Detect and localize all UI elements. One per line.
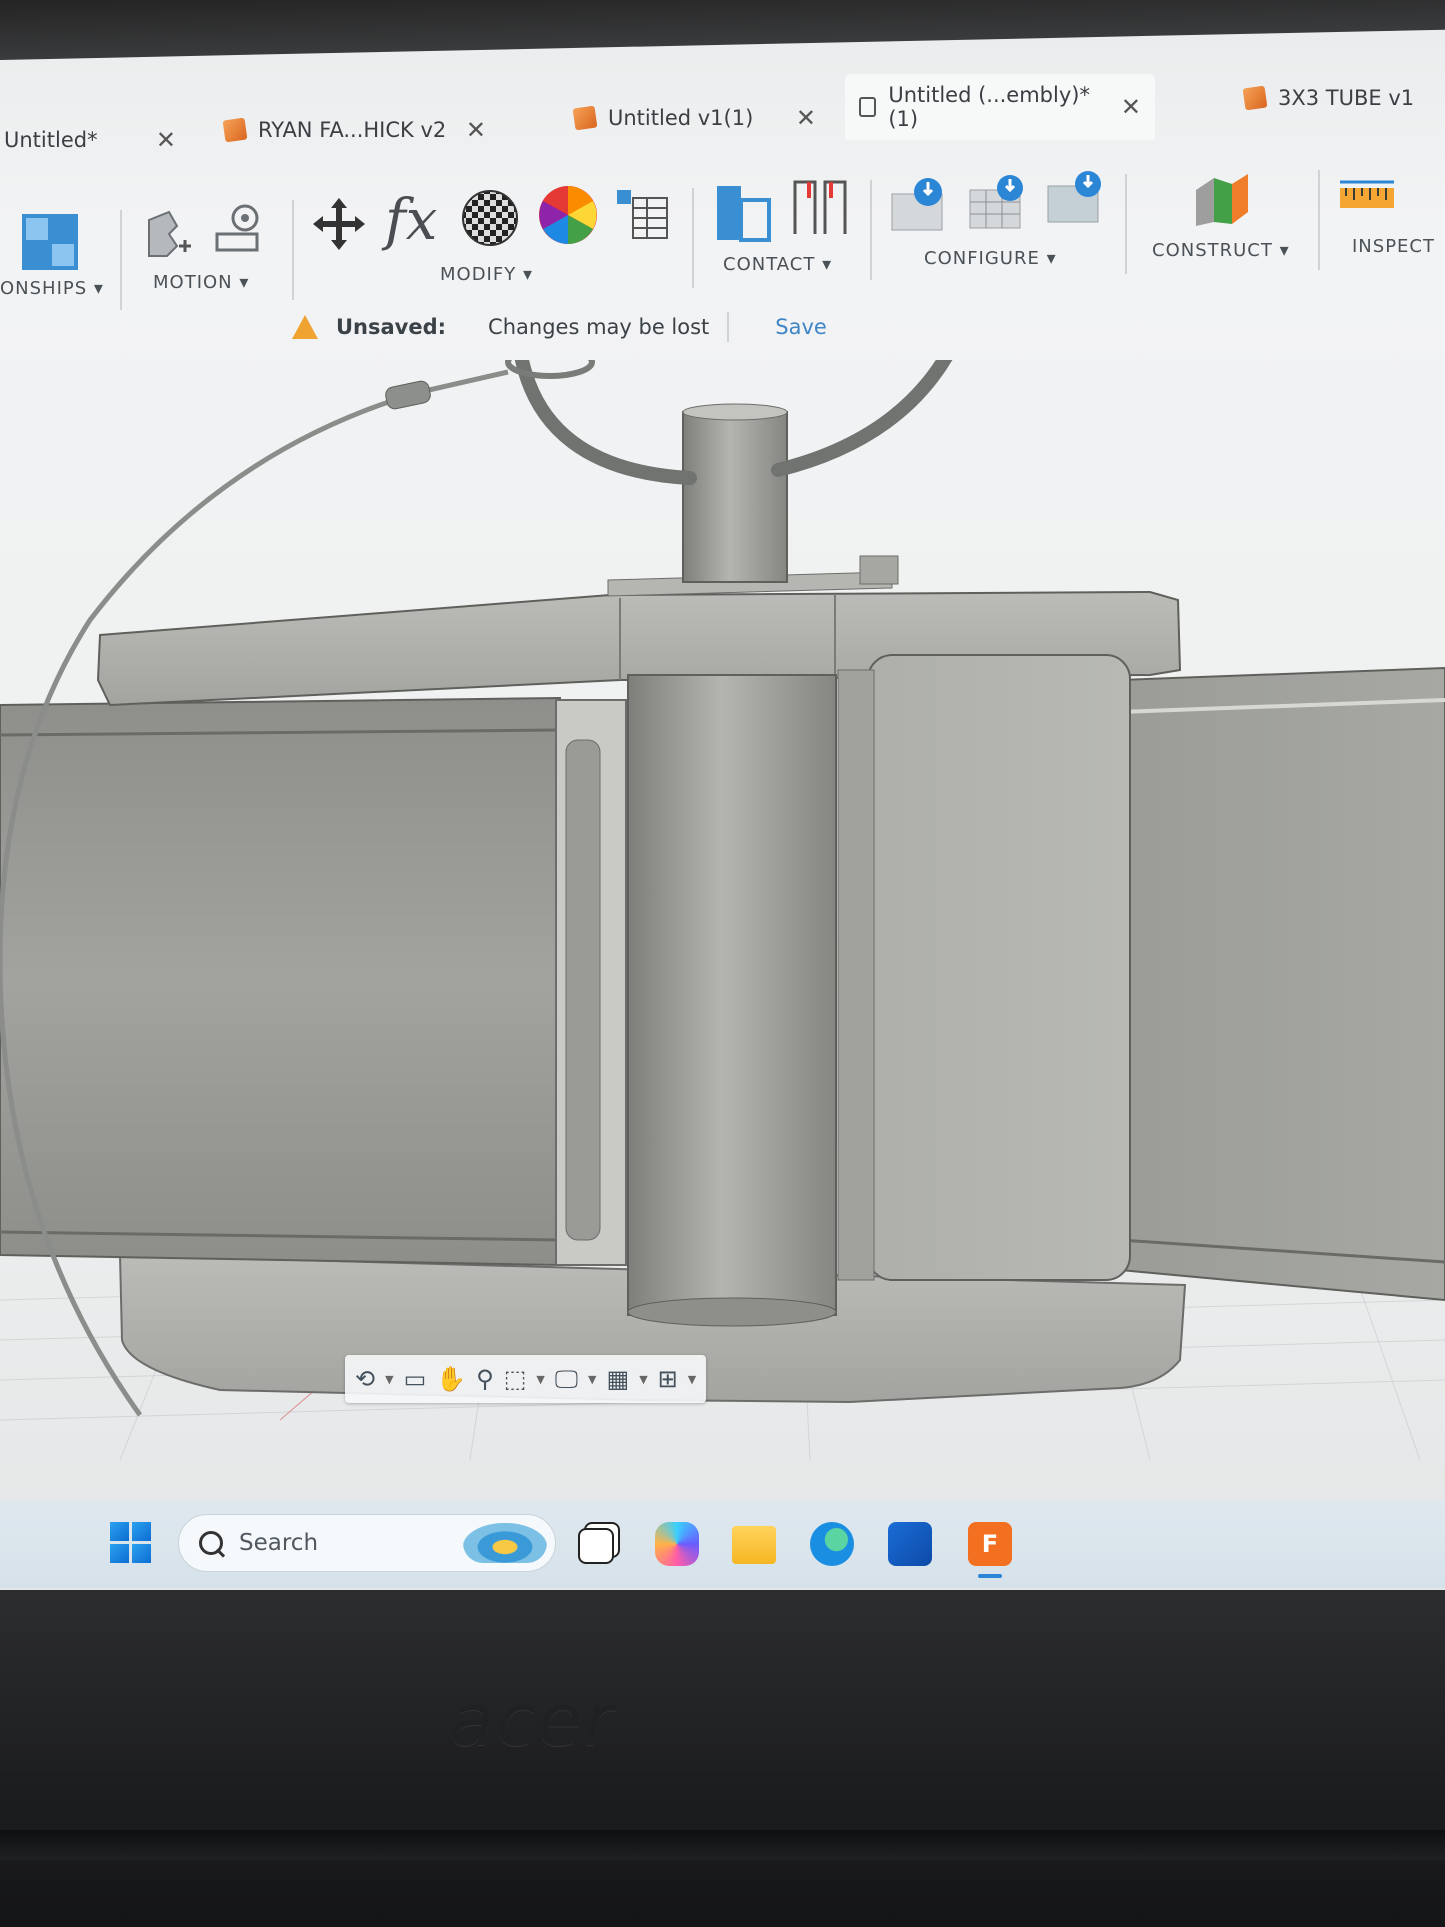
- close-icon[interactable]: ✕: [466, 116, 486, 144]
- contact-group: CONTACT ▾: [705, 160, 865, 310]
- joint-puzzle-icon[interactable]: [18, 210, 82, 274]
- configure-rule-icon[interactable]: [888, 176, 952, 236]
- unsaved-label: Unsaved:: [336, 315, 447, 339]
- contact-menu[interactable]: CONTACT ▾: [723, 254, 832, 275]
- modify-group: fx MODIFY ▾: [305, 160, 685, 310]
- construct-group: CONSTRUCT ▾: [1140, 160, 1320, 310]
- screen: Untitled* ✕ RYAN FA...HICK v2 ✕ Untitled…: [0, 0, 1445, 1590]
- zoom-icon[interactable]: ⚲: [476, 1365, 494, 1393]
- toolbar-divider: [120, 210, 122, 310]
- grid-settings-icon[interactable]: ▦: [607, 1365, 630, 1393]
- divider: [727, 312, 730, 342]
- document-tab-bar: Untitled* ✕ RYAN FA...HICK v2 ✕ Untitled…: [0, 70, 1445, 160]
- tab-label: Untitled v1(1): [608, 106, 754, 130]
- close-icon[interactable]: ✕: [1121, 93, 1141, 121]
- appearance-checker-icon[interactable]: [460, 188, 520, 248]
- active-app-indicator: [978, 1574, 1002, 1578]
- fusion-badge: F: [981, 1530, 999, 1558]
- tab-untitled-assembly[interactable]: Untitled (...embly)*(1) ✕: [845, 74, 1155, 140]
- dropdown-arrow[interactable]: ▼: [688, 1373, 696, 1386]
- table-icon[interactable]: [613, 184, 673, 244]
- search-highlight-icon: [463, 1523, 547, 1563]
- save-link[interactable]: Save: [775, 315, 827, 339]
- modify-menu[interactable]: MODIFY ▾: [440, 264, 533, 285]
- tab-label: Untitled (...embly)*(1): [888, 83, 1090, 131]
- configure-menu[interactable]: CONFIGURE ▾: [924, 248, 1057, 269]
- contact-sets-icon[interactable]: [713, 182, 775, 244]
- close-icon[interactable]: ✕: [156, 126, 176, 154]
- motion-group: MOTION ▾: [135, 160, 285, 310]
- fit-icon[interactable]: ⬚: [504, 1365, 527, 1393]
- copilot-icon[interactable]: [655, 1522, 699, 1566]
- monitor-bezel: [0, 0, 1445, 60]
- viewport-nav-bar: ⟲ ▼ ▭ ✋ ⚲ ⬚ ▼ 🖵 ▼ ▦ ▼ ⊞ ▼: [345, 1355, 707, 1403]
- edge-browser-icon[interactable]: [810, 1522, 854, 1566]
- inspect-menu[interactable]: INSPECT: [1352, 236, 1435, 257]
- unsaved-message: Changes may be lost: [488, 315, 710, 339]
- right-tube: [1119, 666, 1445, 1302]
- fusion-360-icon[interactable]: F: [968, 1522, 1012, 1566]
- display-settings-icon[interactable]: 🖵: [555, 1365, 578, 1393]
- orange-cube-icon: [222, 117, 248, 143]
- close-icon[interactable]: ✕: [796, 104, 816, 132]
- toolbar-divider: [292, 200, 294, 300]
- windows-start-icon[interactable]: [110, 1522, 152, 1564]
- orange-cube-icon: [572, 105, 598, 131]
- tab-label: RYAN FA...HICK v2: [258, 118, 447, 142]
- motion-study-icon[interactable]: [211, 200, 267, 260]
- toolbar-divider: [1318, 170, 1320, 270]
- contact-enable-icon[interactable]: [789, 176, 851, 238]
- unsaved-notification: Unsaved: Changes may be lost Save: [292, 312, 827, 342]
- configure-table-icon[interactable]: [966, 174, 1030, 234]
- dropdown-arrow[interactable]: ▼: [588, 1373, 596, 1386]
- tab-untitled-v1[interactable]: Untitled v1(1) ✕: [560, 90, 830, 146]
- measure-ruler-icon[interactable]: [1338, 178, 1398, 218]
- pan-hand-icon[interactable]: ✋: [436, 1365, 466, 1393]
- relationships-menu[interactable]: ONSHIPS ▾: [0, 278, 104, 299]
- configure-group: CONFIGURE ▾: [880, 160, 1120, 310]
- 3d-viewport[interactable]: [0, 360, 1445, 1510]
- tab-3x3-tube[interactable]: 3X3 TUBE v1: [1230, 70, 1445, 126]
- microsoft-store-icon[interactable]: [888, 1522, 932, 1566]
- orange-cube-icon: [1242, 85, 1268, 111]
- color-wheel-icon[interactable]: [537, 184, 599, 246]
- dropdown-arrow[interactable]: ▼: [385, 1373, 393, 1386]
- ribbon-toolbar: ONSHIPS ▾ MOTION ▾ fx MODIFY ▾ CONTACT ▾…: [0, 160, 1445, 310]
- task-view-icon[interactable]: [578, 1528, 614, 1564]
- taskbar-search-box[interactable]: Search: [178, 1514, 556, 1572]
- tab-ryan[interactable]: RYAN FA...HICK v2 ✕: [210, 102, 500, 158]
- motion-menu[interactable]: MOTION ▾: [153, 272, 249, 293]
- warning-icon: [292, 315, 318, 339]
- brand-logo: acer: [450, 1678, 616, 1762]
- motion-link-icon[interactable]: [139, 206, 195, 266]
- construct-plane-icon[interactable]: [1188, 166, 1258, 230]
- left-tube: [0, 696, 561, 1267]
- construct-menu[interactable]: CONSTRUCT ▾: [1152, 240, 1290, 261]
- hinge-pin: [627, 674, 837, 1316]
- laptop-bezel: acer: [0, 1590, 1445, 1927]
- toolbar-divider: [1125, 174, 1127, 274]
- dropdown-arrow[interactable]: ▼: [639, 1373, 647, 1386]
- lock-icon: [859, 97, 877, 117]
- search-placeholder: Search: [239, 1530, 319, 1556]
- toolbar-divider: [692, 188, 694, 288]
- orbit-icon[interactable]: ⟲: [355, 1365, 375, 1393]
- side-pad: [867, 654, 1131, 1281]
- toolbar-divider: [870, 180, 872, 280]
- configure-theme-icon[interactable]: [1044, 170, 1108, 230]
- look-at-icon[interactable]: ▭: [404, 1365, 427, 1393]
- pin-shaft: [682, 411, 788, 583]
- tab-label: Untitled*: [4, 128, 98, 152]
- search-icon: [199, 1531, 223, 1555]
- tab-label: 3X3 TUBE v1: [1278, 86, 1415, 110]
- parameters-fx-icon[interactable]: fx: [385, 188, 437, 253]
- windows-taskbar: Search F: [0, 1500, 1445, 1588]
- dropdown-arrow[interactable]: ▼: [536, 1373, 544, 1386]
- inspect-group: INSPECT: [1330, 160, 1445, 310]
- laptop-hinge: [0, 1830, 1445, 1860]
- file-explorer-icon[interactable]: [732, 1526, 776, 1564]
- relationships-group: ONSHIPS ▾: [0, 160, 110, 310]
- viewports-icon[interactable]: ⊞: [658, 1365, 678, 1393]
- move-icon[interactable]: [309, 194, 369, 254]
